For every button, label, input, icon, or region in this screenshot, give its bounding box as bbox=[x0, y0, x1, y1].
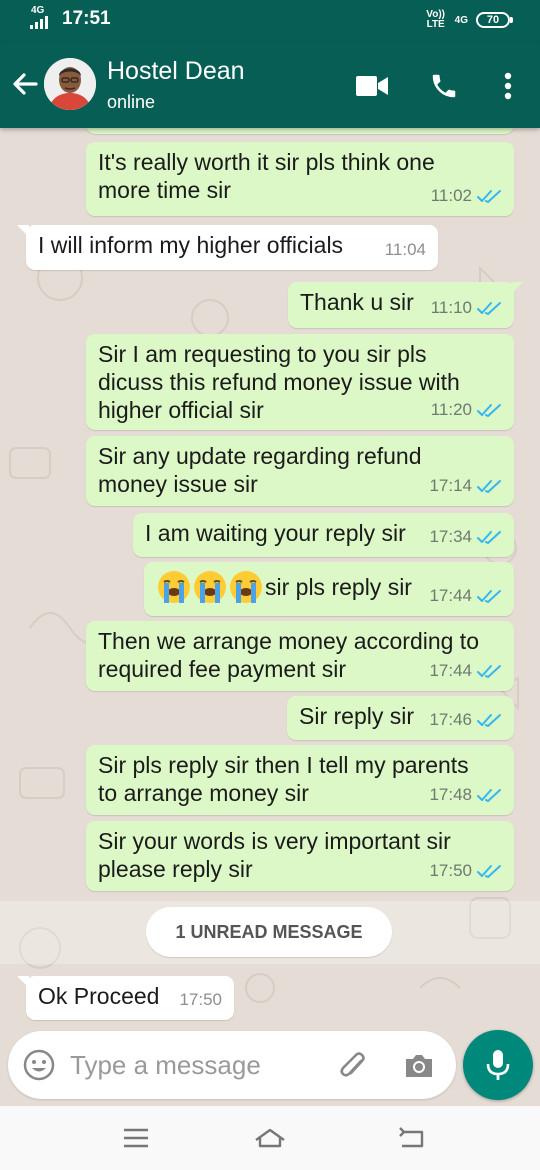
message-bubble-outgoing[interactable]: sir pls reply sir 17:44 bbox=[144, 562, 514, 616]
message-meta: 17:48 bbox=[429, 781, 502, 809]
back-arrow-icon[interactable] bbox=[8, 64, 42, 104]
message-bubble-incoming[interactable]: I will inform my higher officials 11:04 bbox=[17, 225, 438, 270]
message-bubble-outgoing[interactable]: Sir any update regarding refund money is… bbox=[86, 436, 514, 506]
message-text: sir pls reply sir bbox=[156, 569, 412, 605]
signal-icon: 4G bbox=[30, 5, 52, 29]
message-meta: 17:46 bbox=[429, 706, 502, 734]
read-ticks-icon bbox=[477, 864, 501, 878]
message-meta: 11:10 bbox=[431, 294, 502, 322]
message-time: 11:20 bbox=[430, 400, 472, 419]
menu-icon[interactable] bbox=[118, 1122, 154, 1154]
message-bubble-outgoing[interactable]: Thank u sir 11:10 bbox=[288, 282, 523, 328]
message-time: 11:04 bbox=[384, 240, 426, 259]
emoji-group bbox=[156, 569, 264, 605]
message-composer bbox=[8, 1031, 456, 1099]
message-input[interactable] bbox=[70, 1045, 320, 1085]
read-ticks-icon bbox=[477, 479, 501, 493]
more-options-icon[interactable] bbox=[490, 68, 526, 104]
mic-button[interactable] bbox=[463, 1030, 533, 1100]
message-time: 17:50 bbox=[179, 990, 222, 1009]
chat-header: Hostel Dean online bbox=[0, 42, 540, 128]
message-meta: 11:20 bbox=[431, 396, 502, 424]
message-text: Thank u sir bbox=[300, 289, 414, 315]
message-meta: 17:50 bbox=[429, 857, 502, 885]
message-text: Sir pls reply sir then I tell my parents… bbox=[98, 752, 469, 806]
message-time: 11:02 bbox=[430, 186, 472, 205]
video-call-icon[interactable] bbox=[354, 68, 390, 104]
message-bubble-outgoing[interactable]: Then we arrange money according to requi… bbox=[86, 621, 514, 691]
message-time: 17:46 bbox=[429, 710, 472, 729]
status-bar: 4G 17:51 Vo)) LTE 4G 70 bbox=[0, 0, 540, 42]
message-time: 17:34 bbox=[429, 527, 472, 546]
status-right: Vo)) LTE 4G 70 bbox=[425, 9, 513, 30]
back-icon[interactable] bbox=[394, 1122, 430, 1154]
message-text: I am waiting your reply sir bbox=[145, 520, 406, 546]
loudly-crying-face-icon bbox=[158, 571, 190, 603]
message-meta: 17:14 bbox=[429, 472, 502, 500]
message-time: 17:48 bbox=[429, 785, 472, 804]
message-text: Sir any update regarding refund money is… bbox=[98, 443, 422, 497]
home-icon[interactable] bbox=[252, 1122, 288, 1154]
mic-icon bbox=[486, 1050, 510, 1080]
voice-call-icon[interactable] bbox=[426, 68, 462, 104]
message-bubble-incoming[interactable]: Ok Proceed 17:50 bbox=[17, 976, 234, 1020]
message-time: 11:10 bbox=[430, 298, 472, 317]
message-text: I will inform my higher officials bbox=[38, 232, 344, 258]
message-meta: 17:44 bbox=[429, 582, 502, 610]
read-ticks-icon bbox=[477, 664, 501, 678]
battery-icon: 70 bbox=[476, 12, 513, 28]
read-ticks-icon bbox=[477, 403, 501, 417]
contact-avatar[interactable] bbox=[44, 58, 96, 110]
system-navigation-bar bbox=[0, 1106, 540, 1170]
status-time: 17:51 bbox=[62, 8, 111, 29]
contact-status: online bbox=[107, 92, 156, 112]
read-ticks-icon bbox=[477, 713, 501, 727]
message-text: It's really worth it sir pls think one m… bbox=[98, 149, 435, 203]
read-ticks-icon bbox=[477, 301, 501, 315]
message-bubble-outgoing[interactable]: I am waiting your reply sir 17:34 bbox=[133, 513, 514, 557]
message-bubble-outgoing[interactable]: Sir I am requesting to you sir pls dicus… bbox=[86, 334, 514, 430]
bubble-tail bbox=[511, 282, 523, 294]
message-time: 17:14 bbox=[429, 476, 472, 495]
attach-icon[interactable] bbox=[336, 1049, 370, 1083]
message-meta: 11:04 bbox=[385, 236, 426, 264]
bubble-tail bbox=[17, 976, 29, 988]
volte-label: Vo)) LTE bbox=[426, 9, 445, 30]
contact-name[interactable]: Hostel Dean bbox=[107, 57, 245, 86]
message-text-content: sir pls reply sir bbox=[265, 574, 412, 600]
camera-icon[interactable] bbox=[402, 1049, 436, 1083]
message-bubble-outgoing[interactable]: Sir pls reply sir then I tell my parents… bbox=[86, 745, 514, 815]
message-time: 17:50 bbox=[429, 861, 472, 880]
status-left: 4G 17:51 bbox=[30, 5, 111, 30]
message-meta: 11:02 bbox=[431, 182, 502, 210]
loudly-crying-face-icon bbox=[194, 571, 226, 603]
message-text: Ok Proceed bbox=[38, 983, 160, 1009]
loudly-crying-face-icon bbox=[230, 571, 262, 603]
emoji-icon[interactable] bbox=[22, 1048, 56, 1082]
message-text: Sir I am requesting to you sir pls dicus… bbox=[98, 341, 460, 423]
chat-area[interactable]: It's really worth it sir pls think one m… bbox=[0, 128, 540, 1028]
read-ticks-icon bbox=[477, 530, 501, 544]
network-right-label: 4G bbox=[454, 14, 468, 26]
message-text: Then we arrange money according to requi… bbox=[98, 628, 479, 682]
read-ticks-icon bbox=[477, 788, 501, 802]
message-text: Sir your words is very important sir ple… bbox=[98, 828, 451, 882]
message-bubble-outgoing[interactable]: Sir your words is very important sir ple… bbox=[86, 821, 514, 891]
message-meta: 17:34 bbox=[429, 523, 502, 551]
read-ticks-icon bbox=[477, 589, 501, 603]
bubble-tail bbox=[17, 225, 29, 237]
unread-messages-badge: 1 UNREAD MESSAGE bbox=[146, 907, 392, 957]
message-time: 17:44 bbox=[429, 661, 472, 680]
message-bubble-previous[interactable] bbox=[86, 128, 514, 134]
read-ticks-icon bbox=[477, 189, 501, 203]
message-time: 17:44 bbox=[429, 586, 472, 605]
message-meta: 17:50 bbox=[179, 986, 222, 1014]
message-text: Sir reply sir bbox=[299, 703, 415, 729]
message-bubble-outgoing[interactable]: Sir reply sir 17:46 bbox=[287, 696, 514, 740]
message-bubble-outgoing[interactable]: It's really worth it sir pls think one m… bbox=[86, 142, 514, 216]
message-meta: 17:44 bbox=[429, 657, 502, 685]
